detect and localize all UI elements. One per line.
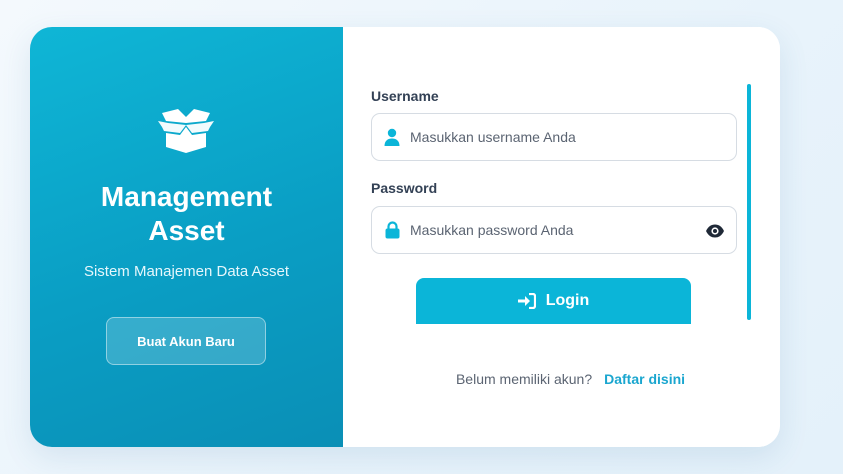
sign-in-icon — [517, 293, 536, 309]
app-title-line2: Asset — [148, 215, 225, 246]
login-card: Management Asset Sistem Manajemen Data A… — [30, 27, 780, 447]
create-account-button[interactable]: Buat Akun Baru — [106, 317, 266, 365]
password-field-wrapper — [371, 206, 737, 254]
brand-panel: Management Asset Sistem Manajemen Data A… — [30, 27, 343, 447]
app-title: Management Asset — [30, 180, 343, 248]
login-button[interactable]: Login — [416, 278, 691, 324]
login-form-panel: Username Password — [343, 27, 780, 447]
password-input[interactable] — [410, 207, 700, 253]
login-button-label: Login — [545, 292, 590, 309]
register-text: Belum memiliki akun? — [455, 371, 593, 387]
app-subtitle: Sistem Manajemen Data Asset — [83, 263, 290, 280]
user-icon — [372, 128, 410, 146]
lock-icon — [372, 221, 410, 239]
scrollbar[interactable] — [747, 84, 751, 320]
app-title-line1: Management — [100, 181, 273, 212]
eye-icon[interactable] — [705, 221, 725, 241]
password-label: Password — [371, 180, 438, 196]
username-field-wrapper — [371, 113, 737, 161]
box-open-icon — [158, 109, 214, 153]
register-link[interactable]: Daftar disini — [604, 371, 685, 387]
username-label: Username — [371, 88, 439, 104]
username-input[interactable] — [410, 114, 700, 160]
register-prompt: Belum memiliki akun? Daftar disini — [343, 371, 780, 387]
